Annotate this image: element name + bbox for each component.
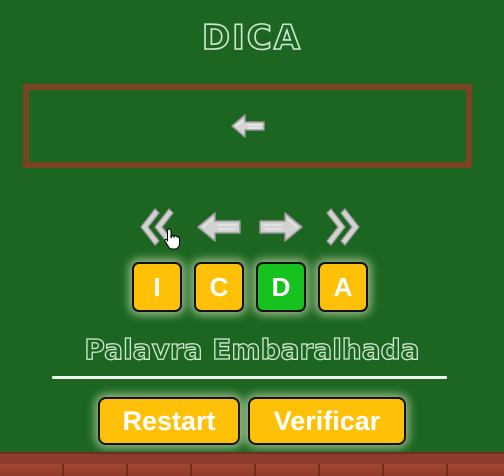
left-arrow-icon <box>195 209 243 245</box>
restart-button[interactable]: Restart <box>98 397 240 445</box>
letter-tiles: I C D A <box>132 262 368 314</box>
letter-tile[interactable]: C <box>194 262 244 312</box>
mouse-pointer-icon <box>164 228 180 250</box>
wooden-floor <box>0 452 504 476</box>
letter-tile[interactable]: A <box>318 262 368 312</box>
action-buttons: Restart Verificar <box>0 397 504 445</box>
left-arrow-icon <box>228 111 268 141</box>
right-arrow-icon <box>257 209 305 245</box>
letter-tile[interactable]: D <box>256 262 306 312</box>
game-board: D IC A I C D A Palavra Embaralhada Restart… <box>0 0 504 476</box>
double-right-icon <box>325 206 363 248</box>
move-left-button[interactable] <box>195 204 243 250</box>
move-right-button[interactable] <box>257 204 305 250</box>
hint-title: DICA <box>201 17 303 59</box>
hint-box <box>23 84 472 168</box>
scrambled-word-title: Palavra Embaralhada <box>84 332 420 366</box>
letter-tile[interactable]: I <box>132 262 182 312</box>
last-letter-button[interactable] <box>320 204 368 250</box>
title-underline <box>52 376 447 379</box>
verify-button[interactable]: Verificar <box>248 397 406 445</box>
